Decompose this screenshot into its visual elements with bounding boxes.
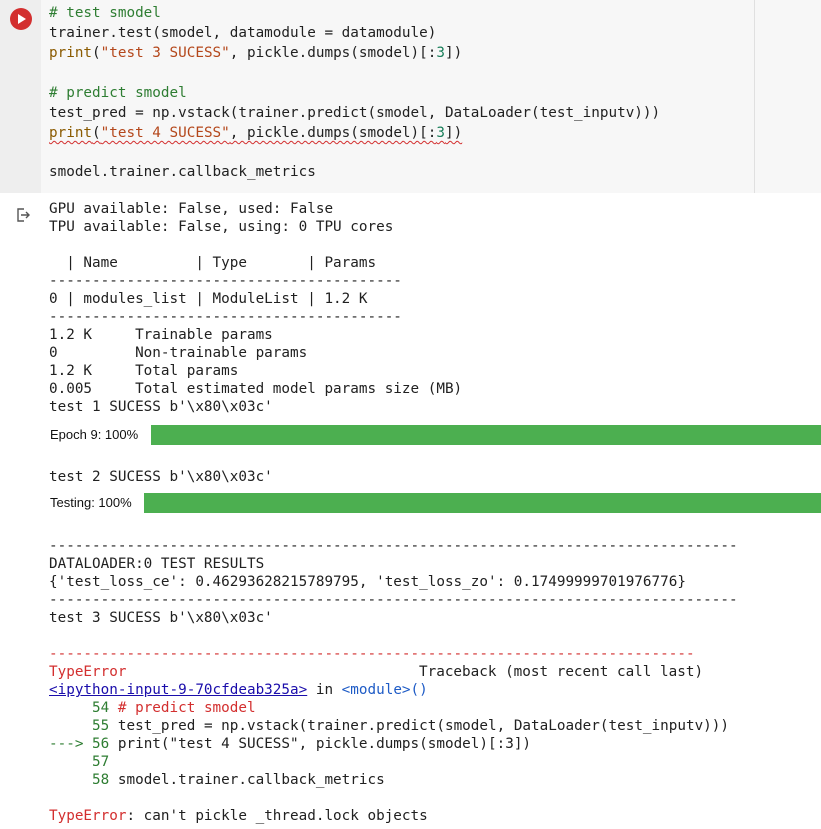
code-line: print("test 4 SUCESS", pickle.dumps(smod… (49, 125, 463, 141)
progress-label: Testing: 100% (50, 495, 132, 510)
traceback-line: 57 (49, 754, 110, 770)
error-divider: ----------------------------------------… (49, 646, 695, 662)
traceback-line: ---> 56 print("test 4 SUCESS", pickle.du… (49, 736, 532, 752)
summary-row: 0 | modules_list | ModuleList | 1.2 K (49, 291, 368, 307)
epoch-progress-bar (151, 425, 821, 445)
editor-divider (754, 0, 755, 193)
output-line: test 3 SUCESS b'\x80\x03c' (49, 610, 273, 626)
traceback-line: 54 # predict smodel (49, 700, 256, 716)
testing-progress-bar (144, 493, 821, 513)
divider: ----------------------------------------… (49, 273, 402, 289)
cell-gutter (0, 0, 41, 193)
output-line: test 2 SUCESS b'\x80\x03c' (49, 469, 273, 485)
progress-fill (151, 425, 821, 445)
output-redirect-icon[interactable] (15, 207, 31, 223)
summary-header: | Name | Type | Params (49, 255, 377, 271)
results-dict: {'test_loss_ce': 0.46293628215789795, 't… (49, 574, 686, 590)
code-cell[interactable]: # test smodel trainer.test(smodel, datam… (0, 0, 821, 193)
traceback-line: 55 test_pred = np.vstack(trainer.predict… (49, 718, 730, 734)
params-line: 0.005 Total estimated model params size … (49, 381, 463, 397)
traceback-location: <ipython-input-9-70cfdeab325a> in <modul… (49, 682, 428, 698)
output-line: TPU available: False, using: 0 TPU cores (49, 219, 394, 235)
code-line: # test smodel (49, 5, 161, 21)
results-title: DATALOADER:0 TEST RESULTS (49, 556, 265, 572)
run-cell-button[interactable] (10, 8, 32, 30)
divider: ----------------------------------------… (49, 309, 402, 325)
output-line: test 1 SUCESS b'\x80\x03c' (49, 399, 273, 415)
params-line: 1.2 K Trainable params (49, 327, 273, 343)
source-link[interactable]: <ipython-input-9-70cfdeab325a> (49, 682, 307, 698)
output-line: GPU available: False, used: False (49, 201, 334, 217)
divider: ----------------------------------------… (49, 592, 738, 608)
progress-label: Epoch 9: 100% (50, 427, 139, 442)
traceback-header: TypeError Traceback (most recent call las… (49, 664, 704, 680)
code-line: # predict smodel (49, 85, 187, 101)
code-line: test_pred = np.vstack(trainer.predict(sm… (49, 105, 661, 121)
params-line: 1.2 K Total params (49, 363, 239, 379)
error-message: TypeError: can't pickle _thread.lock obj… (49, 808, 428, 824)
progress-fill (144, 493, 821, 513)
code-line: trainer.test(smodel, datamodule = datamo… (49, 25, 437, 41)
params-line: 0 Non-trainable params (49, 345, 308, 361)
divider: ----------------------------------------… (49, 538, 738, 554)
code-line: smodel.trainer.callback_metrics (49, 164, 316, 180)
code-line: print("test 3 SUCESS", pickle.dumps(smod… (49, 45, 463, 61)
traceback-line: 58 smodel.trainer.callback_metrics (49, 772, 385, 788)
